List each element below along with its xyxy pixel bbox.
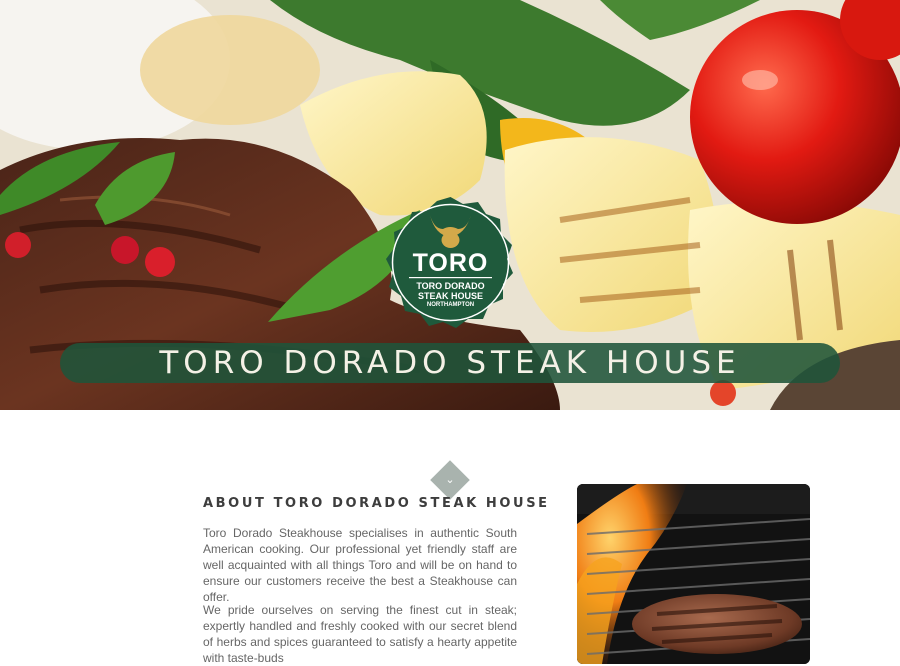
grill-steak-photo [577, 484, 810, 664]
about-paragraph-2: We pride ourselves on serving the finest… [203, 603, 517, 665]
logo-location: NORTHAMPTON [426, 302, 475, 308]
logo-line-2: STEAK HOUSE [417, 291, 483, 301]
logo-title: TORO [412, 249, 489, 277]
hero-title: TORO DORADO STEAK HOUSE [159, 345, 741, 381]
about-heading: ABOUT TORO DORADO STEAK HOUSE [203, 496, 550, 511]
about-paragraph-1: Toro Dorado Steakhouse specialises in au… [203, 526, 517, 604]
chevron-down-icon[interactable]: ⌄ [436, 466, 464, 494]
toro-logo[interactable]: TORO TORO DORADO STEAK HOUSE NORTHAMPTON [383, 195, 518, 330]
hero-title-banner: TORO DORADO STEAK HOUSE [60, 343, 840, 383]
grill-image [577, 484, 810, 664]
hero-section: TORO TORO DORADO STEAK HOUSE NORTHAMPTON… [0, 0, 900, 410]
logo-line-1: TORO DORADO [416, 281, 485, 291]
